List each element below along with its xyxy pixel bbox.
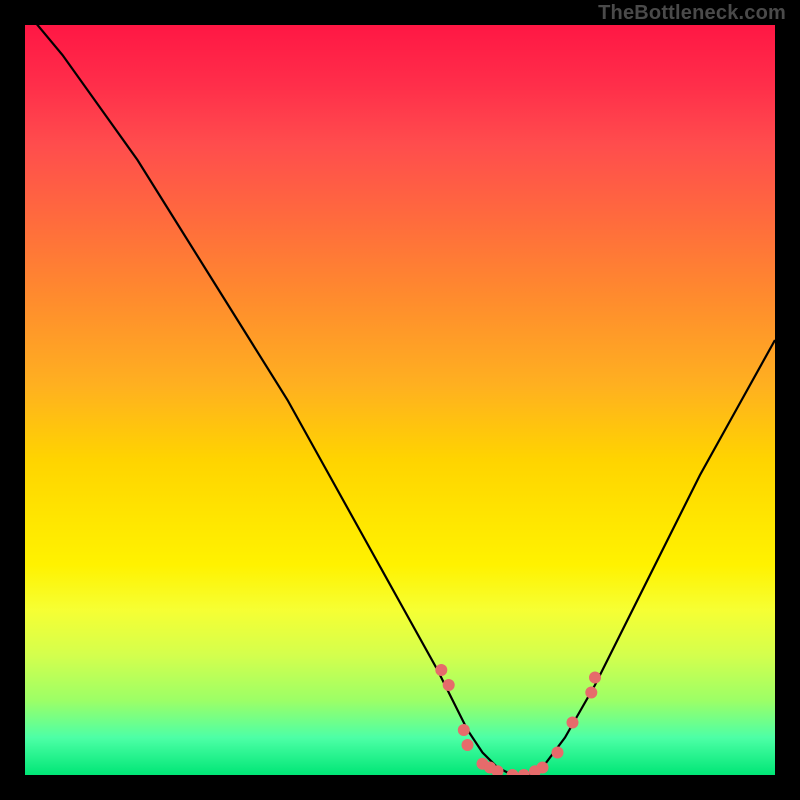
- curve-marker-dot: [458, 724, 470, 736]
- curve-layer: [25, 25, 775, 775]
- curve-marker-dot: [589, 672, 601, 684]
- chart-frame: TheBottleneck.com: [0, 0, 800, 800]
- curve-marker-dot: [435, 664, 447, 676]
- curve-marker-dot: [518, 769, 530, 775]
- bottleneck-curve: [25, 25, 775, 775]
- curve-marker-dot: [567, 717, 579, 729]
- curve-marker-dot: [507, 769, 519, 775]
- curve-marker-dot: [462, 739, 474, 751]
- curve-markers: [435, 664, 601, 775]
- watermark-text: TheBottleneck.com: [598, 2, 786, 25]
- curve-marker-dot: [443, 679, 455, 691]
- plot-area: [25, 25, 775, 775]
- curve-marker-dot: [552, 747, 564, 759]
- curve-marker-dot: [585, 687, 597, 699]
- curve-marker-dot: [537, 762, 549, 774]
